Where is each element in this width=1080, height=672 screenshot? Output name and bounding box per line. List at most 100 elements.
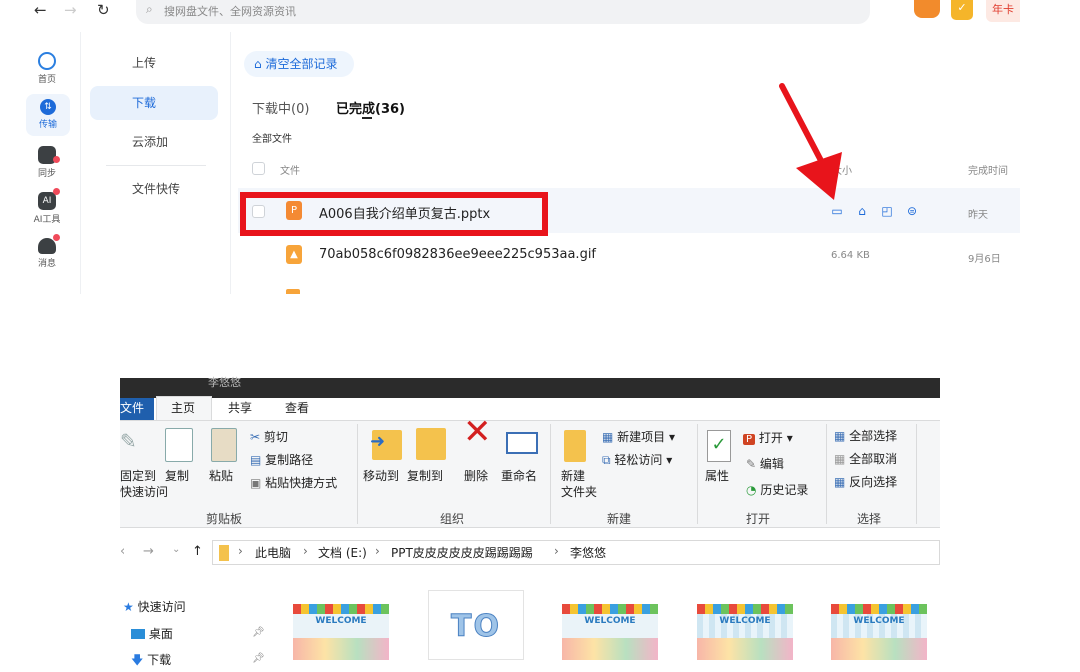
separator-icon: › [238,544,243,558]
forward-icon[interactable]: → [143,544,154,559]
thumbnail-text: WELCOME [719,616,771,626]
tab-file[interactable]: 文件 [120,398,154,420]
ai-icon: AI [38,188,60,210]
separator-icon: › [375,544,380,558]
new-folder-button[interactable]: 新建 文件夹 [561,468,597,500]
folder-icon [219,545,229,561]
paste-icon [211,428,237,462]
search-icon: ⌕ [146,2,153,16]
nav-desktop[interactable]: 桌面 [131,625,173,642]
group-open: 打开 [746,512,771,526]
cut-button[interactable]: ✂ 剪切 [250,429,288,445]
breadcrumb-item[interactable]: 李悠悠 [570,544,606,561]
thumbnail-text: WELCOME [853,616,905,626]
rail-transfer[interactable]: ⇅ 传输 [26,94,70,136]
open-button[interactable]: P 打开 ▾ [743,430,793,448]
back-icon[interactable]: ‹ [120,544,125,559]
move-to-button[interactable]: 移动到 [363,468,399,484]
rename-icon [506,432,538,454]
history-icon: ◔ [746,483,757,497]
explorer-title-bar: 李悠悠 [120,376,940,398]
copy-button[interactable]: 复制 [165,468,189,484]
tab-home[interactable]: 主页 [171,399,195,416]
address-bar[interactable]: › 此电脑 › 文档 (E:) › PPT皮皮皮皮皮皮踢踢踢踢 › 李悠悠 [212,540,940,565]
invert-selection-button[interactable]: ▦ 反向选择 [834,474,897,490]
year-card-button[interactable]: 年卡 [986,0,1020,22]
pin-icon[interactable]: 📌︎ [252,653,265,664]
share-icon[interactable]: ⌂ [855,204,869,218]
thumbnail-text: TO [451,609,501,645]
pin-icon: ✎ [120,429,137,453]
select-all-checkbox[interactable] [252,162,265,175]
file-thumbnail[interactable]: WELCOME [562,604,658,660]
file-thumbnail[interactable]: WELCOME [831,604,927,660]
nav-quick-access[interactable]: ★ 快速访问 [123,598,186,615]
breadcrumb-item[interactable]: PPT皮皮皮皮皮皮踢踢踢踢 [391,544,533,561]
subnav-download[interactable]: 下载 [90,86,218,120]
edit-icon: ✎ [746,457,757,471]
copy-to-button[interactable]: 复制到 [407,468,443,484]
gif-file-icon: ▲ [286,245,302,264]
breadcrumb-item[interactable]: 文档 (E:) [318,544,367,561]
select-all-icon: ▦ [834,429,846,443]
file-thumbnail[interactable]: WELCOME [293,604,389,660]
search-input[interactable]: ⌕ 搜网盘文件、全网资源资讯 [136,0,870,24]
pin-icon[interactable]: 📌︎ [252,627,265,638]
select-none-button[interactable]: ▦ 全部取消 [834,451,897,467]
easy-access-button[interactable]: ⧉ 轻松访问 ▾ [602,452,672,468]
rename-button[interactable]: 重命名 [501,468,537,484]
clear-all-button[interactable]: ⌂ 清空全部记录 [244,51,354,77]
tab-view[interactable]: 查看 [285,399,309,416]
properties-button[interactable]: 属性 [705,468,729,484]
file-size: 6.64 KB [831,250,870,261]
pin-quick-access-button[interactable]: 固定到 快速访问 [120,468,168,500]
properties-icon: ✓ [707,430,731,462]
highlight-box [240,192,548,236]
rail-home[interactable]: 首页 [18,52,76,85]
back-icon[interactable]: ← [34,2,47,18]
subnav-cloud-add[interactable]: 云添加 [90,125,218,159]
game-icon[interactable] [914,0,940,18]
paste-button[interactable]: 粘贴 [209,468,233,484]
group-clipboard: 剪贴板 [206,512,243,526]
copy-path-button[interactable]: ▤ 复制路径 [250,452,313,468]
divider [550,424,551,524]
delete-record-icon[interactable]: ⊜ [905,204,919,218]
open-folder-icon[interactable]: ▭ [830,204,844,218]
up-icon[interactable]: ↑ [192,544,203,559]
tab-downloading[interactable]: 下载中(0) [252,98,309,117]
powerpoint-icon: P [743,434,756,445]
move-to-icon: ➜ [370,430,402,460]
download-icon: 🡇︎ [131,653,144,667]
sync-icon [38,146,60,164]
breadcrumb-item[interactable]: 此电脑 [255,544,291,561]
vip-icon[interactable]: ✓ [951,0,973,20]
new-item-button[interactable]: ▦ 新建项目 ▾ [602,429,675,445]
rail-ai-tools[interactable]: AI AI工具 [18,188,76,225]
subnav-upload[interactable]: 上传 [90,46,218,80]
file-thumbnail[interactable]: TO [428,590,524,660]
new-item-icon: ▦ [602,430,614,444]
forward-icon[interactable]: → [64,2,77,18]
tab-completed[interactable]: 已完成(36) [336,98,405,117]
tab-share[interactable]: 共享 [228,399,252,416]
history-button[interactable]: ◔ 历史记录 [746,482,808,498]
file-name[interactable]: 70ab058c6f0982836ee9eee225c953aa.gif [319,247,596,262]
subnav-quick-transfer[interactable]: 文件快传 [90,172,218,206]
edit-button[interactable]: ✎ 编辑 [746,456,784,472]
star-icon: ★ [123,600,134,614]
file-thumbnail[interactable]: WELCOME [697,604,793,660]
select-none-icon: ▦ [834,452,846,466]
preview-icon[interactable]: ◰ [880,204,894,218]
select-all-button[interactable]: ▦ 全部选择 [834,428,897,444]
rail-sync[interactable]: 同步 [18,146,76,179]
delete-button[interactable]: 删除 [464,468,488,484]
paste-shortcut-button[interactable]: ▣ 粘贴快捷方式 [250,475,337,491]
bunting [562,604,658,614]
left-rail: 首页 ⇅ 传输 同步 AI AI工具 消息 [18,32,80,294]
recent-dropdown-icon[interactable]: ⌄ [172,544,180,555]
refresh-icon[interactable]: ↻ [97,2,110,18]
easy-access-icon: ⧉ [602,453,611,467]
desktop-icon [131,629,145,639]
rail-messages[interactable]: 消息 [18,234,76,269]
